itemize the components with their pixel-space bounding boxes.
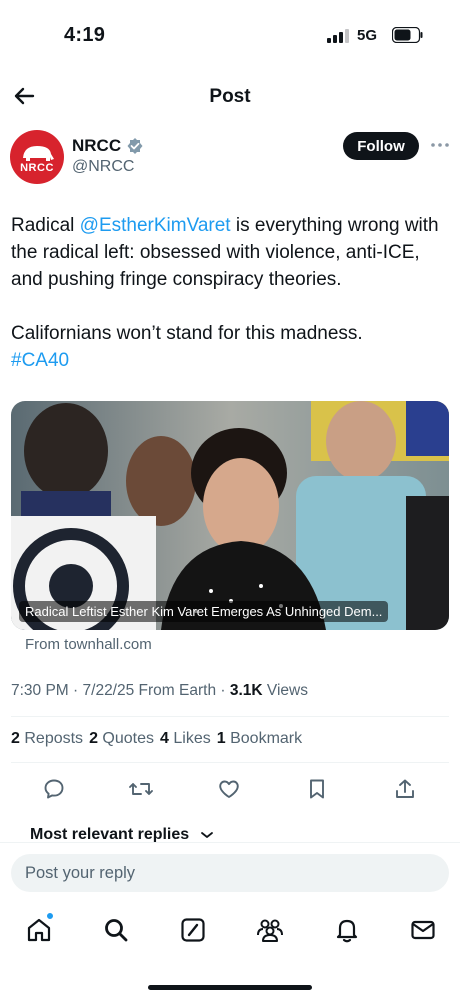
more-horizontal-icon: [431, 143, 449, 147]
bottom-panel: Post your reply: [0, 842, 460, 1000]
network-label: 5G: [357, 27, 378, 44]
tab-messages[interactable]: [408, 915, 438, 945]
more-options-button[interactable]: [429, 135, 451, 155]
share-icon: [396, 779, 414, 798]
mention-link[interactable]: @EstherKimVaret: [80, 215, 231, 236]
quotes-stat[interactable]: 2 Quotes: [89, 730, 154, 748]
bookmarks-stat[interactable]: 1 Bookmark: [217, 730, 302, 748]
post-time: 7:30 PM: [11, 682, 69, 699]
tab-search[interactable]: [101, 915, 131, 945]
like-icon: [219, 780, 239, 798]
tab-notifications[interactable]: [332, 915, 362, 945]
tab-grok[interactable]: [178, 915, 208, 945]
quotes-label: Quotes: [102, 730, 155, 747]
bookmark-button[interactable]: [302, 774, 332, 804]
reposts-count: 2: [11, 730, 20, 747]
communities-icon: [257, 919, 283, 942]
tab-communities[interactable]: [255, 915, 285, 945]
bookmarks-label: Bookmark: [230, 730, 303, 747]
likes-stat[interactable]: 4 Likes: [160, 730, 211, 748]
repost-icon: [129, 783, 153, 795]
engagement-stats: 2 Reposts 2 Quotes 4 Likes 1 Bookmark: [11, 730, 302, 748]
messages-icon: [411, 920, 435, 940]
likes-count: 4: [160, 730, 169, 747]
elephant-logo-icon: [23, 146, 54, 161]
status-time: 4:19: [64, 24, 106, 46]
divider: [11, 716, 449, 717]
like-button[interactable]: [214, 774, 244, 804]
bottom-tab-bar: [0, 912, 460, 951]
hashtag-link[interactable]: #CA40: [11, 350, 69, 371]
notification-dot: [46, 912, 54, 920]
tweet-metadata: 7:30 PM · 7/22/25 From Earth · 3.1K View…: [11, 682, 308, 699]
tweet-text-part: Radical: [11, 215, 80, 236]
battery-icon: [392, 27, 423, 43]
header: Post: [0, 76, 460, 116]
tweet-author: NRCC NRCC @NRCC Follow: [0, 130, 460, 190]
news-photo: [11, 401, 449, 630]
reply-input[interactable]: Post your reply: [11, 854, 449, 892]
bookmarks-count: 1: [216, 730, 226, 747]
avatar-text: NRCC: [20, 162, 54, 174]
divider: [11, 762, 449, 763]
repost-button[interactable]: [126, 774, 156, 804]
action-bar: [0, 774, 460, 806]
author-name-row[interactable]: NRCC: [72, 136, 144, 156]
home-indicator: [148, 985, 312, 990]
reposts-label: Reposts: [24, 730, 84, 747]
avatar[interactable]: NRCC: [10, 130, 64, 184]
page-title: Post: [209, 86, 251, 107]
tweet-text-line: Californians won’t stand for this madnes…: [11, 323, 363, 344]
notifications-icon: [336, 919, 358, 943]
link-card-title: Radical Leftist Esther Kim Varet Emerges…: [19, 601, 389, 622]
share-button[interactable]: [390, 774, 420, 804]
author-name: NRCC: [72, 136, 122, 155]
author-handle[interactable]: @NRCC: [72, 158, 134, 176]
tweet-text: Radical @EstherKimVaret is everything wr…: [11, 212, 451, 374]
views-count: 3.1K: [229, 682, 263, 699]
post-date: 7/22/25: [82, 682, 135, 699]
chevron-down-icon: [201, 832, 214, 838]
verified-badge-icon: [127, 138, 143, 154]
reply-placeholder: Post your reply: [25, 864, 136, 882]
reply-button[interactable]: [39, 774, 69, 804]
signal-icon: [327, 29, 349, 43]
link-source[interactable]: From townhall.com: [25, 636, 152, 653]
home-icon: [27, 918, 51, 942]
quotes-count: 2: [89, 730, 98, 747]
likes-label: Likes: [173, 730, 211, 747]
post-location: From Earth: [138, 682, 217, 699]
search-icon: [105, 919, 128, 942]
tab-home[interactable]: [24, 912, 54, 945]
link-card-image[interactable]: Radical Leftist Esther Kim Varet Emerges…: [11, 401, 449, 630]
status-bar: 4:19 5G: [0, 0, 460, 70]
reposts-stat[interactable]: 2 Reposts: [11, 730, 83, 748]
bookmark-icon: [310, 779, 324, 799]
grok-icon: [181, 918, 205, 942]
follow-button[interactable]: Follow: [343, 132, 419, 160]
reply-icon: [44, 779, 64, 799]
views-label: Views: [266, 682, 308, 699]
